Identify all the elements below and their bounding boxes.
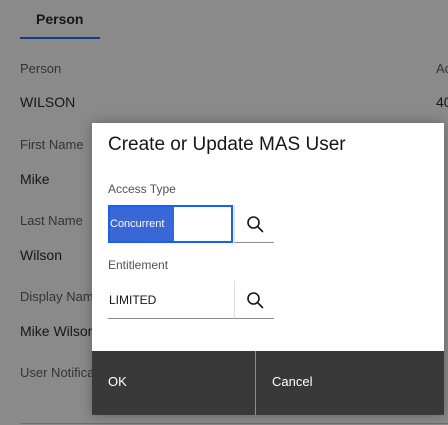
dialog-footer: OK Cancel	[92, 351, 444, 415]
cancel-button[interactable]: Cancel	[256, 351, 444, 415]
entitlement-field: LIMITED	[108, 281, 274, 319]
create-update-mas-user-dialog: Create or Update MAS User Access Type Co…	[92, 123, 444, 415]
access-type-lookup-button[interactable]	[234, 205, 274, 243]
access-type-selected-text: Concurrent	[110, 207, 174, 241]
entitlement-lookup-button[interactable]	[234, 281, 274, 319]
entitlement-label: Entitlement	[108, 258, 169, 272]
access-type-input[interactable]: Concurrent	[108, 205, 233, 243]
access-type-label: Access Type	[108, 182, 176, 196]
ok-button[interactable]: OK	[92, 351, 255, 415]
entitlement-input[interactable]: LIMITED	[108, 281, 234, 319]
search-icon	[246, 291, 263, 308]
access-type-field: Concurrent	[108, 205, 274, 243]
search-icon	[246, 215, 263, 232]
dialog-title: Create or Update MAS User	[108, 134, 346, 155]
